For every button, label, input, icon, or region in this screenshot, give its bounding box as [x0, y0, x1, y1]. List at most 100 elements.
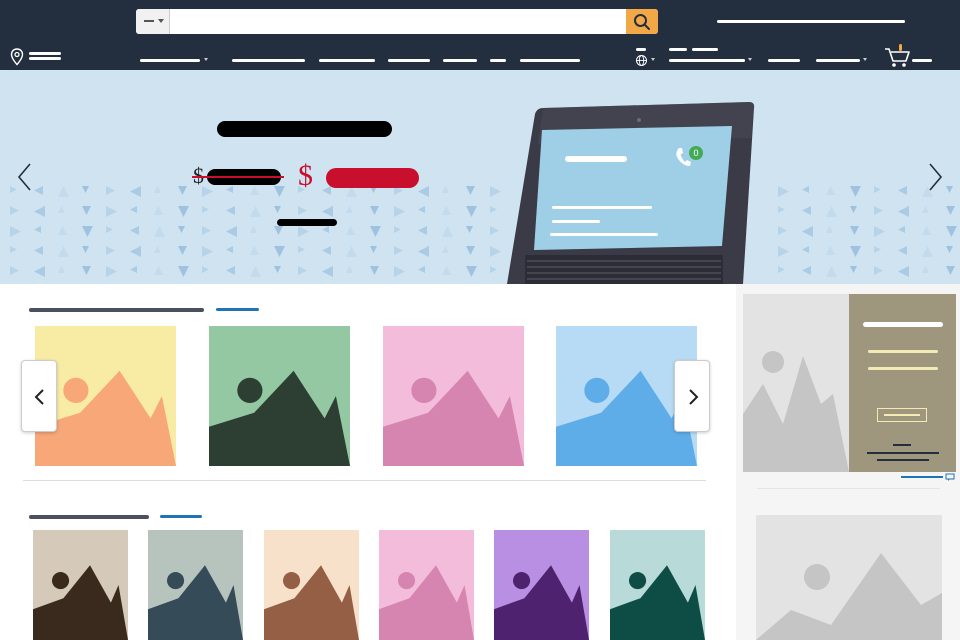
nav-item-departments[interactable] [140, 59, 200, 62]
nav-item-6[interactable] [520, 59, 580, 62]
pattern-triangle [58, 206, 65, 213]
chevron-down-icon [204, 58, 208, 61]
new-price-value [326, 168, 419, 188]
pattern-triangle [802, 206, 811, 215]
product-tile[interactable] [383, 326, 524, 466]
sidebar-ad-card-2[interactable] [756, 515, 942, 640]
cart-label[interactable] [912, 59, 932, 62]
pattern-triangle [130, 206, 137, 213]
pattern-triangle [154, 206, 163, 215]
section-1-see-more-link[interactable] [216, 308, 259, 311]
hero-banner[interactable]: $ $ 0 [0, 70, 960, 284]
product-tile[interactable] [33, 530, 128, 640]
product-tile[interactable] [148, 530, 243, 640]
top-nav-bar [0, 0, 960, 44]
nav-item-3[interactable] [388, 59, 430, 62]
nav-item-2[interactable] [319, 59, 375, 62]
product-tile[interactable] [610, 530, 705, 640]
nav-item-1[interactable] [232, 59, 305, 62]
pattern-triangle [946, 226, 957, 237]
cart-icon[interactable] [884, 44, 912, 68]
pattern-triangle [274, 266, 281, 273]
ad-panel [849, 294, 956, 472]
pattern-triangle [346, 246, 357, 257]
prime-menu[interactable] [816, 59, 860, 62]
carousel-1-prev-button[interactable] [21, 360, 57, 432]
pattern-triangle [946, 246, 953, 253]
pattern-triangle [10, 266, 19, 275]
account-greeting-text[interactable] [717, 20, 905, 23]
language-label[interactable] [636, 48, 646, 51]
account-label-1[interactable] [669, 48, 687, 51]
image-placeholder-icon [33, 565, 128, 640]
account-lists-menu[interactable] [669, 59, 745, 62]
pattern-triangle [442, 226, 453, 237]
orders-link[interactable] [768, 59, 800, 62]
pattern-triangle [274, 186, 285, 197]
pattern-triangle [418, 186, 429, 197]
image-placeholder-icon [148, 565, 243, 640]
pattern-triangle [346, 266, 353, 273]
pattern-triangle [130, 226, 139, 235]
sidebar-ad-card[interactable] [743, 294, 956, 472]
account-label-2[interactable] [692, 48, 718, 51]
pattern-triangle [394, 266, 405, 277]
pattern-triangle [298, 206, 307, 215]
section-2-see-more-link[interactable] [160, 515, 202, 518]
pattern-triangle [826, 226, 833, 233]
pattern-triangle [226, 186, 233, 193]
carousel-1-next-button[interactable] [674, 360, 710, 432]
product-tile[interactable] [264, 530, 359, 640]
pattern-triangle [106, 206, 117, 217]
pattern-triangle [154, 266, 163, 275]
pattern-triangle [322, 246, 331, 255]
pattern-triangle [322, 186, 331, 195]
pattern-triangle [778, 186, 789, 197]
globe-icon[interactable] [635, 54, 648, 67]
search-category-dropdown[interactable] [136, 9, 170, 34]
deliver-to-label[interactable] [29, 52, 61, 55]
ad-feedback-link[interactable] [901, 476, 943, 478]
pattern-triangle [874, 226, 885, 237]
pattern-triangle [394, 246, 403, 255]
pattern-triangle [418, 226, 427, 235]
pattern-triangle [226, 206, 235, 215]
search-input[interactable] [171, 9, 626, 34]
pattern-triangle [34, 206, 45, 217]
pattern-triangle [922, 266, 929, 273]
pattern-triangle [898, 266, 909, 277]
product-tile[interactable] [494, 530, 589, 640]
pattern-triangle [442, 266, 451, 275]
ad-cta-button[interactable] [877, 408, 927, 422]
search-icon [634, 14, 650, 30]
pattern-triangle [178, 226, 185, 233]
pattern-triangle [82, 206, 91, 215]
pattern-triangle [58, 246, 69, 257]
nav-item-4[interactable] [443, 59, 477, 62]
nav-item-5[interactable] [490, 59, 506, 62]
pattern-triangle [178, 186, 187, 195]
hero-prev-button[interactable] [15, 160, 35, 194]
pattern-triangle [322, 266, 333, 277]
pattern-triangle [154, 186, 161, 193]
pattern-triangle [466, 186, 475, 195]
pattern-triangle [802, 266, 811, 275]
speech-bubble-icon[interactable] [945, 473, 955, 482]
chevron-left-icon [34, 389, 44, 405]
pattern-triangle [466, 266, 477, 277]
hero-next-button[interactable] [925, 160, 945, 194]
pattern-triangle [802, 226, 813, 237]
search-button[interactable] [626, 9, 658, 34]
product-tile[interactable] [379, 530, 474, 640]
pattern-triangle [370, 266, 379, 275]
deliver-to-location[interactable] [29, 57, 61, 60]
pattern-triangle [82, 226, 93, 237]
product-tile[interactable] [209, 326, 350, 466]
location-pin-icon[interactable] [10, 48, 24, 66]
pattern-triangle [778, 206, 785, 213]
pattern-triangle [226, 246, 233, 253]
pattern-triangle [874, 206, 883, 215]
pattern-triangle [130, 186, 141, 197]
pattern-triangle [394, 206, 405, 217]
ad-footnote-1 [893, 444, 911, 446]
